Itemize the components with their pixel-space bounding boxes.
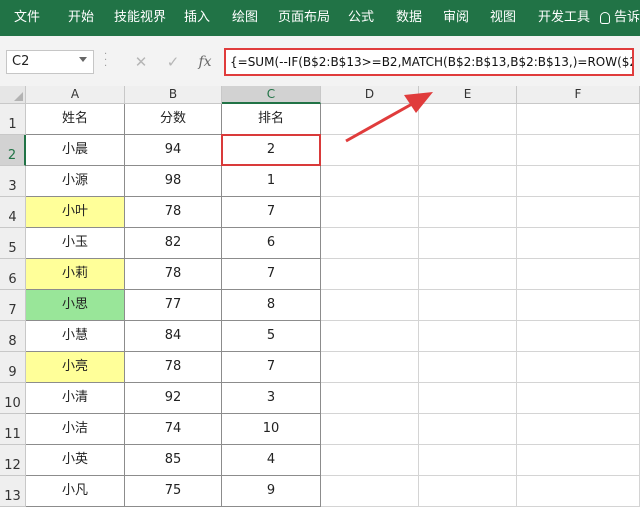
cell-e13[interactable] [419,476,517,507]
cell-c13[interactable]: 9 [222,476,321,507]
cell-d13[interactable] [321,476,419,507]
cell-a13[interactable]: 小凡 [26,476,125,507]
arrow-shaft [345,102,413,143]
row-header-13[interactable]: 13 [0,476,26,507]
arrow-head-icon [404,92,433,113]
cell-b13[interactable]: 75 [125,476,222,507]
annotation-arrow [345,92,433,143]
cell-f13[interactable] [517,476,640,507]
